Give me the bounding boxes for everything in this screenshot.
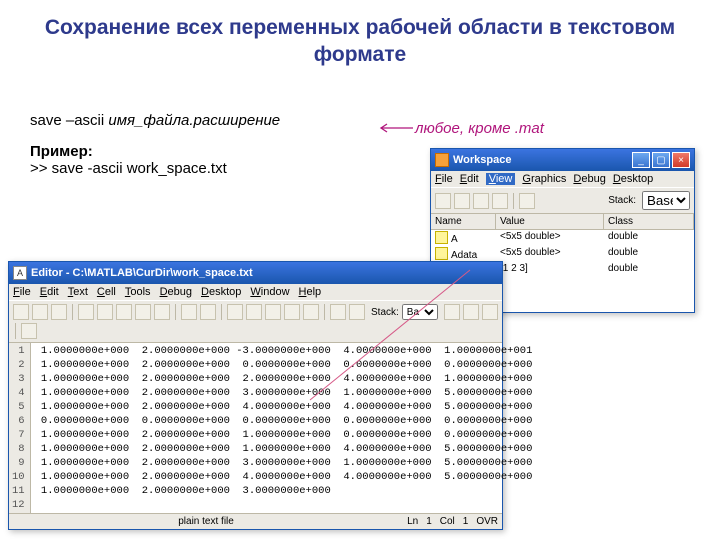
status-ovr: OVR (476, 516, 498, 527)
cut-button[interactable] (78, 304, 94, 320)
var-value: [1 2 3] (496, 262, 604, 278)
line-gutter: 123456789101112 (9, 343, 31, 513)
workspace-list-header: Name Value Class (431, 214, 694, 230)
toolbar-button[interactable] (284, 304, 300, 320)
redo-button[interactable] (154, 304, 170, 320)
var-value: <5x5 double> (496, 246, 604, 262)
menu-item[interactable]: Cell (97, 286, 116, 298)
menu-item[interactable]: Text (68, 286, 88, 298)
cmd-arg: имя_файла.расширение (108, 112, 280, 129)
cmd-prefix: save –ascii (30, 112, 108, 129)
copy-button[interactable] (97, 304, 113, 320)
table-row[interactable]: A<5x5 double>double (431, 230, 694, 246)
open-button[interactable] (32, 304, 48, 320)
toolbar-button[interactable] (246, 304, 262, 320)
print-button[interactable] (181, 304, 197, 320)
instruction-block: save –ascii имя_файла.расширение Пример:… (30, 112, 280, 177)
status-col-label: Col (440, 516, 455, 527)
editor-icon: A (13, 266, 27, 280)
workspace-titlebar[interactable]: Workspace _ ▢ × (431, 149, 694, 171)
minimize-button[interactable]: _ (632, 152, 650, 168)
separator (15, 323, 16, 339)
var-class: double (604, 262, 694, 278)
col-name[interactable]: Name (431, 214, 496, 229)
menu-item[interactable]: File (435, 173, 453, 185)
toolbar-button[interactable] (454, 193, 470, 209)
separator (221, 304, 222, 320)
toolbar-button[interactable] (519, 193, 535, 209)
stack-select[interactable]: Base (642, 191, 690, 210)
menu-item[interactable]: Desktop (201, 286, 241, 298)
separator (72, 304, 73, 320)
example-label: Пример: (30, 143, 280, 160)
paste-button[interactable] (116, 304, 132, 320)
menu-item[interactable]: View (486, 173, 516, 185)
col-class[interactable]: Class (604, 214, 694, 229)
menu-item[interactable]: Window (250, 286, 289, 298)
slide-title: Сохранение всех переменных рабочей облас… (0, 0, 720, 77)
new-button[interactable] (13, 304, 29, 320)
toolbar-button[interactable] (265, 304, 281, 320)
menu-item[interactable]: Tools (125, 286, 151, 298)
menu-item[interactable]: Debug (160, 286, 192, 298)
status-mode: plain text file (178, 516, 234, 527)
toolbar-button[interactable] (227, 304, 243, 320)
menu-item[interactable]: File (13, 286, 31, 298)
undo-button[interactable] (135, 304, 151, 320)
toolbar-button[interactable] (473, 193, 489, 209)
example-command: >> save -ascii work_space.txt (30, 160, 280, 177)
matlab-icon (435, 153, 449, 167)
var-class: double (604, 246, 694, 262)
save-button[interactable] (51, 304, 67, 320)
toolbar-button[interactable] (435, 193, 451, 209)
toolbar-button[interactable] (21, 323, 37, 339)
annotation-text: любое, кроме .mat (415, 120, 544, 137)
menu-item[interactable]: Desktop (613, 173, 653, 185)
toolbar-button[interactable] (492, 193, 508, 209)
menu-item[interactable]: Debug (573, 173, 605, 185)
menu-item[interactable]: Graphics (522, 173, 566, 185)
status-ln-label: Ln (407, 516, 418, 527)
menu-item[interactable]: Edit (460, 173, 479, 185)
stack-label: Stack: (608, 195, 636, 206)
var-name: A (431, 230, 496, 246)
editor-statusbar: plain text file Ln 1 Col 1 OVR (9, 513, 502, 529)
find-button[interactable] (200, 304, 216, 320)
menu-item[interactable]: Edit (40, 286, 59, 298)
status-col: 1 (463, 516, 469, 527)
col-value[interactable]: Value (496, 214, 604, 229)
maximize-button[interactable]: ▢ (652, 152, 670, 168)
close-button[interactable]: × (672, 152, 690, 168)
var-class: double (604, 230, 694, 246)
command-template: save –ascii имя_файла.расширение (30, 112, 280, 129)
connector-line (300, 260, 490, 410)
var-value: <5x5 double> (496, 230, 604, 246)
workspace-menubar: File Edit View Graphics Debug Desktop (431, 171, 694, 187)
workspace-toolbar: Stack: Base (431, 187, 694, 214)
workspace-title: Workspace (453, 154, 630, 166)
status-ln: 1 (426, 516, 432, 527)
annotation-arrow (377, 122, 415, 134)
separator (513, 193, 514, 209)
separator (175, 304, 176, 320)
